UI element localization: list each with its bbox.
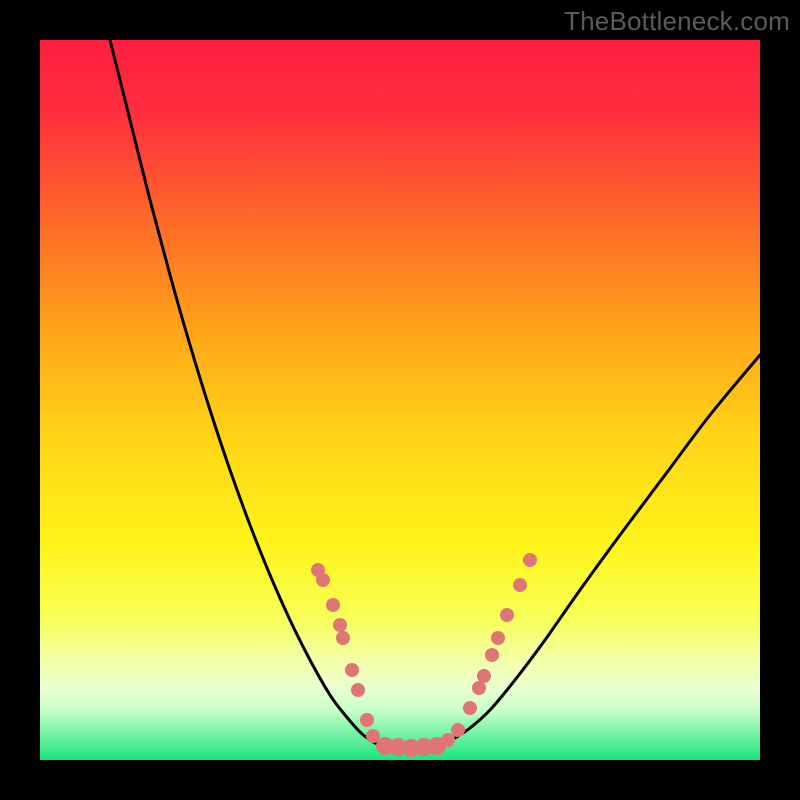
- data-marker: [316, 573, 330, 587]
- data-marker: [485, 648, 499, 662]
- watermark-text: TheBottleneck.com: [564, 6, 790, 37]
- data-marker: [360, 713, 374, 727]
- data-marker: [333, 618, 347, 632]
- data-marker: [523, 553, 537, 567]
- data-marker: [463, 701, 477, 715]
- data-marker: [351, 683, 365, 697]
- bottleneck-curve: [110, 40, 760, 748]
- data-marker: [441, 733, 455, 747]
- markers-group: [311, 553, 537, 757]
- data-marker: [500, 608, 514, 622]
- data-marker: [345, 663, 359, 677]
- data-marker: [477, 669, 491, 683]
- data-marker: [326, 598, 340, 612]
- data-marker: [472, 681, 486, 695]
- data-marker: [491, 631, 505, 645]
- plot-area: [40, 40, 760, 760]
- data-marker: [451, 723, 465, 737]
- chart-frame: TheBottleneck.com: [0, 0, 800, 800]
- curve-layer: [40, 40, 760, 760]
- data-marker: [336, 631, 350, 645]
- data-marker: [513, 578, 527, 592]
- series-group: [110, 40, 760, 748]
